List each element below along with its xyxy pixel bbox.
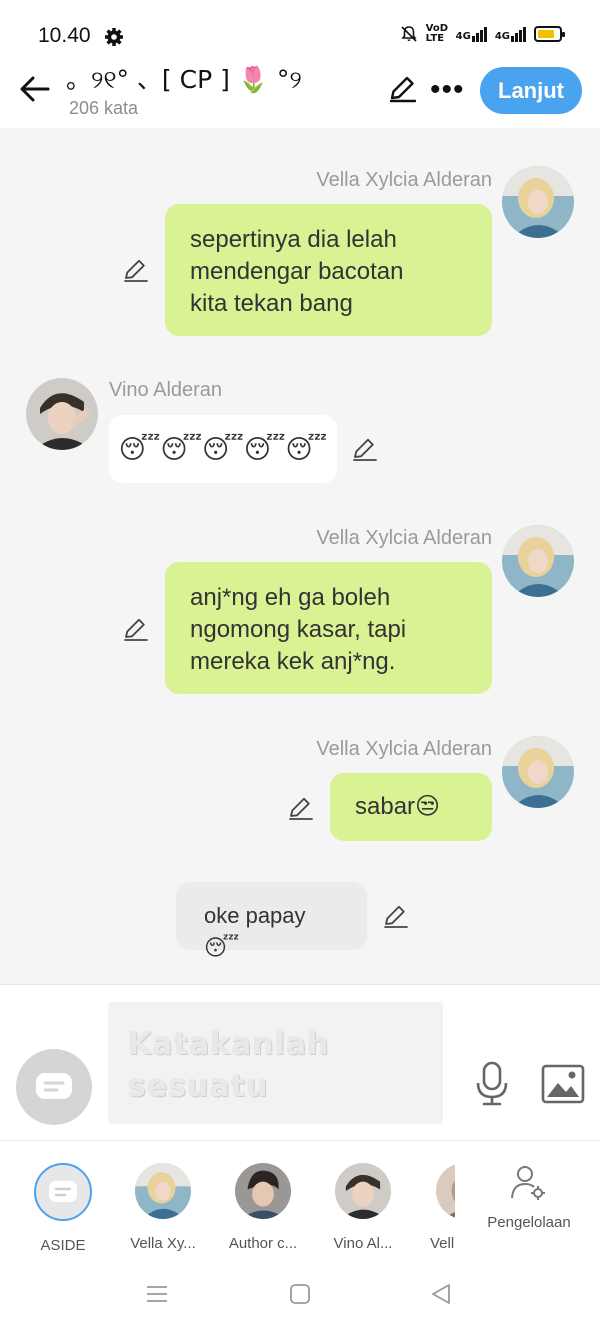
sender-name: Vino Alderan [109,379,223,401]
message-line: sepertinya dia lelah [190,226,397,253]
message-line: ngomong kasar, tapi [190,616,407,643]
message-input[interactable]: Katakanlah sesuatu [108,1002,443,1124]
message-bubble[interactable]: sepertinya dia lelah mendengar bacotan k… [165,204,492,336]
back-arrow-icon[interactable] [18,72,52,106]
signal-4g-icon: 4G [494,26,526,42]
signal-4g-icon: 4G [455,26,487,42]
composer-panel: Katakanlah sesuatu ASIDE Vella Xy... Aut… [0,984,600,1333]
character-vella[interactable]: Vella Xy... [118,1163,208,1252]
avatar [135,1163,191,1219]
avatar [436,1163,455,1219]
manage-characters-button[interactable]: Pengelolaan [484,1165,574,1231]
character-vella-2[interactable]: Vell [418,1163,455,1252]
home-icon[interactable] [289,1283,311,1305]
story-header: 。୨୧° 、[ CP ] 🌷 °୨ 206 kata ••• Lanjut [0,56,600,128]
mute-icon [401,26,417,42]
message-line: mendengar bacotan [190,258,404,285]
message-bubble[interactable]: sabar😒 [330,773,492,841]
avatar-vella[interactable] [502,736,574,808]
message-line: oke papay😴 [204,903,306,960]
back-nav-icon[interactable] [430,1283,452,1305]
image-icon[interactable] [541,1064,585,1104]
character-name: ASIDE [40,1237,86,1254]
menu-icon[interactable] [146,1283,168,1305]
more-options-icon[interactable]: ••• [430,75,465,105]
edit-message-icon[interactable] [288,795,314,821]
character-name: Vella Xy... [130,1235,196,1252]
character-author[interactable]: Author c... [218,1163,308,1252]
edit-message-icon[interactable] [123,616,149,642]
message-bubble[interactable]: 😴😴😴😴😴 [109,415,337,483]
user-settings-icon [511,1166,545,1200]
edit-message-icon[interactable] [123,257,149,283]
character-name: Vino Al... [333,1235,393,1252]
chat-area: Vella Xylcia Alderan sepertinya dia lela… [0,128,600,984]
next-button[interactable]: Lanjut [480,67,582,114]
edit-message-icon[interactable] [352,436,378,462]
signal-label: 4G [494,30,510,42]
character-vino[interactable]: Vino Al... [318,1163,408,1252]
volte-icon: VoD LTE [425,23,449,44]
message-line: sabar😒 [355,793,441,820]
avatar-vella[interactable] [502,525,574,597]
message-line: 😴😴😴😴😴 [118,434,328,464]
avatar-vino[interactable] [26,378,98,450]
signal-label: 4G [455,30,471,42]
sender-name: Vella Xylcia Alderan [316,527,492,549]
input-placeholder: sesuatu [128,1069,269,1104]
edit-message-icon[interactable] [383,903,409,929]
status-time: 10.40 [38,24,91,47]
message-bubble[interactable]: anj*ng eh ga boleh ngomong kasar, tapi m… [165,562,492,694]
narration-bubble[interactable]: oke papay😴 [176,882,367,960]
system-nav-bar [0,1267,600,1327]
aside-avatar [34,1163,92,1221]
microphone-icon[interactable] [474,1061,510,1107]
manage-label: Pengelolaan [487,1214,571,1231]
status-icons: VoD LTE 4G 4G [400,23,565,44]
character-name: Vell [430,1235,455,1252]
gear-icon [105,28,123,46]
battery-level [538,30,554,38]
sender-name: Vella Xylcia Alderan [316,169,492,191]
avatar [235,1163,291,1219]
character-bar: ASIDE Vella Xy... Author c... Vino Al...… [0,1141,600,1254]
input-placeholder: Katakanlah [128,1027,330,1062]
character-aside[interactable]: ASIDE [18,1163,108,1254]
chat-bubble-icon [49,1181,77,1202]
message-line: kita tekan bang [190,290,353,317]
aside-toggle-button[interactable] [16,1049,92,1125]
chat-bubble-icon [36,1073,72,1099]
message-line: anj*ng eh ga boleh [190,584,391,611]
story-title: 。୨୧° 、[ CP ] 🌷 °୨ [66,65,302,94]
sender-name: Vella Xylcia Alderan [316,738,492,760]
character-name: Author c... [228,1235,298,1252]
battery-icon [534,26,565,42]
avatar [335,1163,391,1219]
edit-title-icon[interactable] [388,74,418,104]
avatar-vella[interactable] [502,166,574,238]
message-line: mereka kek anj*ng. [190,648,396,675]
word-count: 206 kata [69,98,139,118]
